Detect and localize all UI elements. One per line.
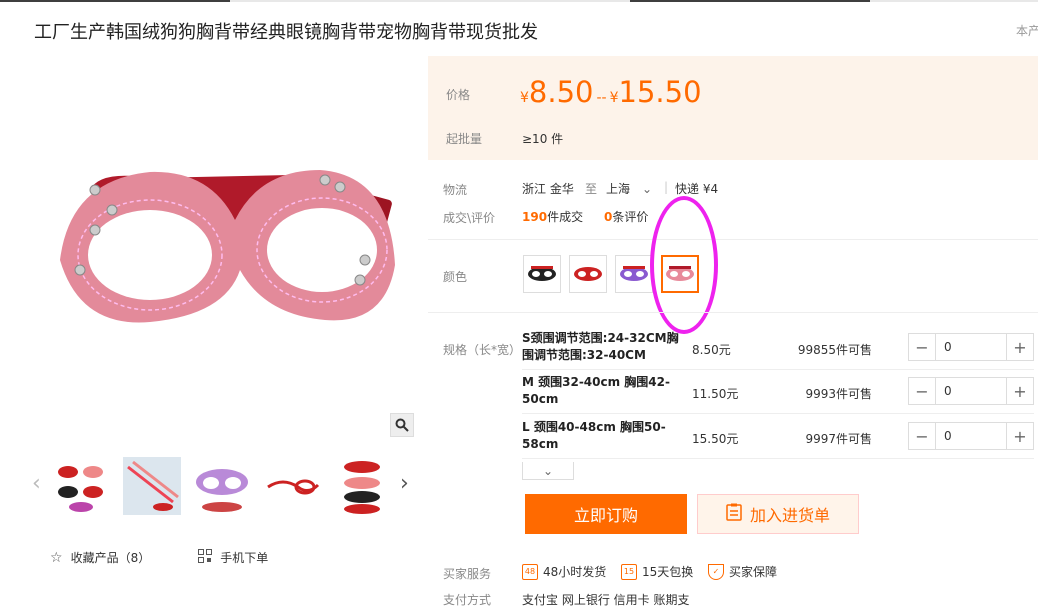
spec-row: L 颈围40-48cm 胸围50-58cm 15.50元 9997件可售 − 0… bbox=[522, 415, 1034, 459]
thumbnail[interactable] bbox=[192, 455, 252, 517]
spec-price: 8.50元 bbox=[692, 343, 731, 357]
spec-stock: 9997件可售 bbox=[805, 432, 872, 446]
buy-now-button[interactable]: 立即订购 bbox=[525, 494, 687, 534]
service-exchange: 15 15天包换 bbox=[621, 563, 693, 580]
color-swatch[interactable] bbox=[569, 255, 607, 293]
minus-icon[interactable]: − bbox=[909, 334, 935, 360]
thumbnail[interactable] bbox=[52, 455, 112, 517]
service-protection: ✓ 买家保障 bbox=[708, 563, 777, 580]
annotation-circle bbox=[650, 196, 718, 334]
destination-select[interactable]: 上海 ⌄ bbox=[606, 180, 652, 197]
deals-label: 成交\评价 bbox=[443, 211, 496, 225]
price-range: ¥8.50 -- ¥15.50 bbox=[520, 75, 702, 109]
gallery-actions: ☆ 收藏产品（8） 手机下单 bbox=[50, 549, 268, 566]
separator: | bbox=[664, 180, 669, 194]
spec-name: S颈围调节范围:24-32CM胸围调节范围:32-40CM bbox=[522, 331, 679, 362]
price-label: 价格 bbox=[446, 88, 471, 102]
clock-icon: 48 bbox=[522, 563, 538, 580]
mobile-order-button[interactable]: 手机下单 bbox=[198, 549, 268, 566]
spec-stock: 99855件可售 bbox=[797, 343, 872, 357]
minus-icon[interactable]: − bbox=[909, 423, 935, 449]
quantity-input[interactable]: 0 bbox=[935, 378, 1007, 404]
minus-icon[interactable]: − bbox=[909, 378, 935, 404]
price-low: 8.50 bbox=[528, 75, 594, 109]
quantity-input[interactable]: 0 bbox=[935, 334, 1007, 360]
shipping-method: 快递 ¥4 bbox=[675, 182, 719, 196]
moq-value: ≥10 件 bbox=[522, 132, 564, 146]
ship-to-word: 至 bbox=[585, 182, 598, 196]
thumbnail[interactable] bbox=[122, 455, 182, 517]
clipboard-icon bbox=[726, 503, 742, 525]
payment-label: 支付方式 bbox=[443, 593, 492, 607]
shield-icon: ✓ bbox=[708, 563, 724, 580]
zoom-icon[interactable] bbox=[390, 413, 414, 437]
spec-stock: 9993件可售 bbox=[805, 387, 872, 401]
divider bbox=[428, 239, 1038, 240]
divider bbox=[428, 312, 1038, 313]
spec-name: L 颈围40-48cm 胸围50-58cm bbox=[522, 420, 666, 451]
add-to-cart-button[interactable]: 加入进货单 bbox=[697, 494, 859, 534]
favorite-button[interactable]: ☆ 收藏产品（8） bbox=[50, 549, 150, 566]
top-border bbox=[0, 0, 1038, 2]
expand-specs-button[interactable]: ⌄ bbox=[522, 462, 574, 480]
plus-icon[interactable]: + bbox=[1007, 378, 1033, 404]
ship-from: 浙江 金华 bbox=[522, 182, 574, 196]
thumb-prev-icon[interactable]: ‹ bbox=[32, 473, 41, 495]
services-label: 买家服务 bbox=[443, 567, 492, 581]
quantity-input[interactable]: 0 bbox=[935, 423, 1007, 449]
payment-methods: 支付宝 网上银行 信用卡 账期支 bbox=[522, 593, 690, 607]
service-48h: 48 48小时发货 bbox=[522, 563, 606, 580]
header-extra-link[interactable]: 本产 bbox=[1016, 22, 1038, 39]
spec-price: 11.50元 bbox=[692, 387, 739, 401]
color-swatch[interactable] bbox=[615, 255, 653, 293]
thumb-next-icon[interactable]: › bbox=[400, 473, 409, 495]
spec-price: 15.50元 bbox=[692, 432, 739, 446]
review-count[interactable]: 0条评价 bbox=[604, 208, 648, 225]
spec-name: M 颈围32-40cm 胸围42-50cm bbox=[522, 375, 670, 406]
deal-count: 190件成交 bbox=[522, 210, 584, 224]
thumbnail[interactable] bbox=[332, 455, 392, 517]
logistics-label: 物流 bbox=[443, 183, 468, 197]
chevron-down-icon: ⌄ bbox=[642, 182, 653, 196]
plus-icon[interactable]: + bbox=[1007, 423, 1033, 449]
price-high: 15.50 bbox=[618, 75, 702, 109]
quantity-stepper: − 0 + bbox=[908, 422, 1034, 450]
quantity-stepper: − 0 + bbox=[908, 333, 1034, 361]
star-icon: ☆ bbox=[50, 549, 63, 566]
product-title: 工厂生产韩国绒狗狗胸背带经典眼镜胸背带宠物胸背带现货批发 bbox=[34, 22, 538, 43]
plus-icon[interactable]: + bbox=[1007, 334, 1033, 360]
color-label: 颜色 bbox=[443, 270, 468, 284]
qrcode-icon bbox=[198, 549, 213, 566]
moq-label: 起批量 bbox=[446, 132, 483, 146]
chevron-down-icon: ⌄ bbox=[542, 463, 554, 478]
spec-label: 规格（长*宽） bbox=[443, 343, 522, 357]
calendar-icon: 15 bbox=[621, 563, 637, 580]
thumbnail-strip: ‹ › bbox=[30, 455, 420, 519]
color-swatch[interactable] bbox=[523, 255, 561, 293]
quantity-stepper: − 0 + bbox=[908, 377, 1034, 405]
spec-row: S颈围调节范围:24-32CM胸围调节范围:32-40CM 8.50元 9985… bbox=[522, 326, 1034, 370]
spec-row: M 颈围32-40cm 胸围42-50cm 11.50元 9993件可售 − 0… bbox=[522, 370, 1034, 414]
main-product-image[interactable] bbox=[40, 90, 420, 420]
thumbnail[interactable] bbox=[262, 455, 322, 517]
